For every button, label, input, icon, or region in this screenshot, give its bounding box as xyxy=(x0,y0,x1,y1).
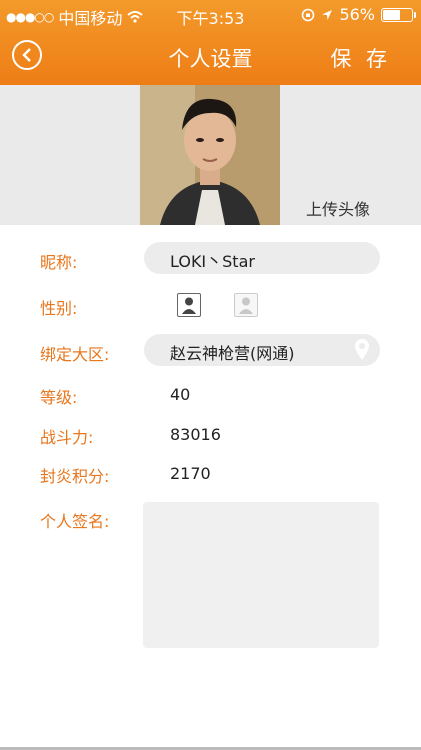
orientation-lock-icon xyxy=(302,8,315,21)
gender-row: 性别: xyxy=(0,292,421,320)
battery-percent: 56% xyxy=(339,5,375,24)
nickname-field[interactable]: LOKI丶Star xyxy=(144,242,380,274)
score-value: 2170 xyxy=(170,464,211,483)
battery-fill xyxy=(383,9,400,20)
male-gender-icon[interactable] xyxy=(177,293,201,317)
signature-label: 个人签名: xyxy=(40,512,110,531)
region-label: 绑定大区: xyxy=(40,345,110,364)
region-row: 绑定大区: 赵云神枪营(网通) xyxy=(0,334,421,366)
upload-avatar-button[interactable]: 上传头像 xyxy=(306,196,370,220)
score-row: 封炎积分: 2170 xyxy=(0,463,421,486)
power-row: 战斗力: 83016 xyxy=(0,424,421,447)
signature-textarea[interactable] xyxy=(143,502,379,648)
power-value: 83016 xyxy=(170,425,221,444)
level-label: 等级: xyxy=(40,388,78,407)
nickname-row: 昵称: LOKI丶Star xyxy=(0,242,421,274)
nickname-value: LOKI丶Star xyxy=(170,252,255,271)
avatar-image xyxy=(140,85,280,225)
save-button[interactable]: 保 存 xyxy=(330,43,391,73)
region-select[interactable]: 赵云神枪营(网通) xyxy=(144,334,380,366)
gender-label: 性别: xyxy=(40,299,78,318)
location-arrow-icon xyxy=(322,9,333,20)
region-value: 赵云神枪营(网通) xyxy=(170,344,295,363)
header-bar: ●●●○○ 中国移动 下午3:53 56% 个人设置 保 存 xyxy=(0,0,421,85)
navigation-bar: 个人设置 保 存 xyxy=(0,30,421,85)
status-bar: ●●●○○ 中国移动 下午3:53 56% xyxy=(0,0,421,30)
level-row: 等级: 40 xyxy=(0,384,421,407)
avatar-photo[interactable] xyxy=(140,85,280,225)
level-value: 40 xyxy=(170,385,191,404)
location-pin-icon xyxy=(355,339,369,360)
female-gender-icon[interactable] xyxy=(234,293,258,317)
power-label: 战斗力: xyxy=(40,428,94,447)
battery-icon xyxy=(381,7,416,22)
nickname-label: 昵称: xyxy=(40,253,78,272)
avatar-section: 上传头像 xyxy=(0,85,421,225)
score-label: 封炎积分: xyxy=(40,467,110,486)
